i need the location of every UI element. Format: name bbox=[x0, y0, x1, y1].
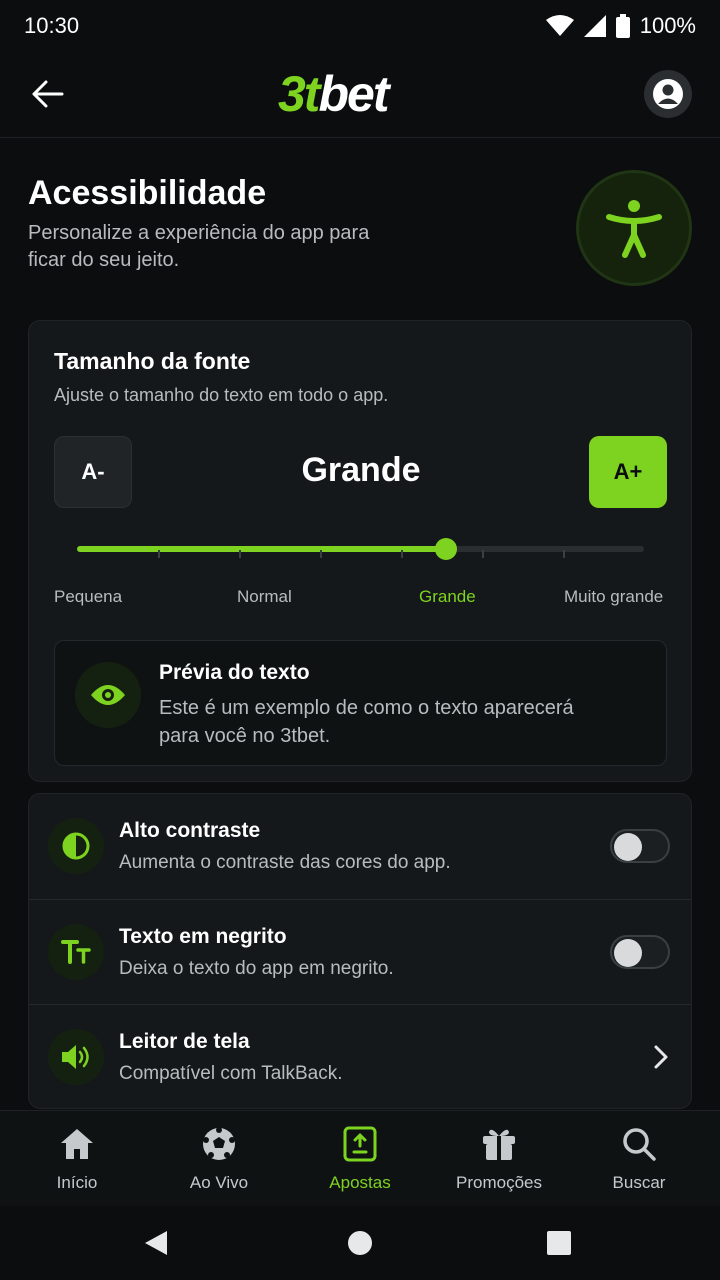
signal-icon bbox=[583, 15, 606, 37]
back-button[interactable] bbox=[26, 72, 70, 116]
nav-label: Promoções bbox=[456, 1173, 542, 1192]
triangle-back-icon bbox=[145, 1231, 167, 1255]
wifi-icon bbox=[545, 15, 574, 36]
slider-tick bbox=[482, 550, 484, 558]
bet-slip-icon bbox=[343, 1126, 377, 1162]
bottom-nav: Início Ao Vivo Apostas Promoções Buscar bbox=[0, 1110, 720, 1206]
text-size-icon bbox=[61, 940, 91, 964]
nav-label: Ao Vivo bbox=[189, 1173, 249, 1192]
accessibility-options: Alto contraste Aumenta o contraste das c… bbox=[28, 793, 692, 1109]
status-icons: 100% bbox=[545, 13, 696, 39]
level-label-large[interactable]: Grande bbox=[419, 587, 476, 607]
eye-icon bbox=[91, 685, 125, 705]
level-label-normal[interactable]: Normal bbox=[237, 587, 292, 607]
slider-tick bbox=[320, 550, 322, 558]
app-logo: 3tbet bbox=[278, 66, 389, 122]
font-size-slider[interactable] bbox=[77, 538, 644, 560]
gift-icon bbox=[483, 1129, 515, 1160]
page-header: Acessibilidade Personalize a experiência… bbox=[28, 172, 428, 274]
toggle-knob bbox=[614, 833, 642, 861]
preview-body: Este é um exemplo de como o texto aparec… bbox=[159, 697, 574, 747]
nav-item-promotions[interactable]: Promoções bbox=[429, 1111, 569, 1207]
font-size-title: Tamanho da fonte bbox=[54, 348, 251, 374]
app-bar: 3tbet bbox=[0, 52, 720, 138]
system-recents-button[interactable] bbox=[542, 1226, 576, 1260]
square-recents-icon bbox=[547, 1231, 571, 1255]
option-icon-badge bbox=[48, 1029, 104, 1085]
level-label-small[interactable]: Pequena bbox=[54, 587, 122, 607]
option-icon-badge bbox=[48, 924, 104, 980]
nav-item-search[interactable]: Buscar bbox=[569, 1111, 709, 1207]
system-back-button[interactable] bbox=[139, 1226, 173, 1260]
accessibility-icon bbox=[606, 200, 662, 258]
circle-home-icon bbox=[348, 1231, 372, 1255]
slider-thumb[interactable] bbox=[435, 538, 457, 560]
preview-icon-badge bbox=[75, 662, 141, 728]
page-title: Acessibilidade bbox=[28, 174, 267, 212]
bold-text-toggle[interactable] bbox=[610, 935, 670, 969]
option-title: Texto em negrito bbox=[119, 925, 287, 948]
slider-tick bbox=[563, 550, 565, 558]
level-label-extra-large[interactable]: Muito grande bbox=[564, 587, 663, 607]
option-screen-reader[interactable]: Leitor de tela Compatível com TalkBack. bbox=[29, 1004, 691, 1108]
arrow-left-icon bbox=[32, 80, 64, 108]
nav-label: Apostas bbox=[329, 1173, 391, 1192]
font-size-card: Tamanho da fonte Ajuste o tamanho do tex… bbox=[28, 320, 692, 782]
battery-percent: 100% bbox=[639, 13, 696, 38]
speaker-icon bbox=[62, 1045, 89, 1069]
nav-label: Buscar bbox=[612, 1173, 666, 1192]
text-preview: Prévia do texto Este é um exemplo de com… bbox=[54, 640, 667, 766]
slider-fill bbox=[77, 546, 446, 552]
profile-button[interactable] bbox=[644, 70, 692, 118]
option-subtitle: Aumenta o contraste das cores do app. bbox=[119, 852, 451, 873]
nav-item-live[interactable]: Ao Vivo bbox=[149, 1111, 289, 1207]
option-bold-text[interactable]: Texto em negrito Deixa o texto do app em… bbox=[29, 899, 691, 1004]
option-title: Leitor de tela bbox=[119, 1030, 250, 1053]
option-title: Alto contraste bbox=[119, 819, 261, 842]
option-icon-badge bbox=[48, 818, 104, 874]
increase-font-button[interactable]: A+ bbox=[589, 436, 667, 508]
option-high-contrast[interactable]: Alto contraste Aumenta o contraste das c… bbox=[29, 794, 691, 899]
nav-label: Início bbox=[56, 1173, 98, 1192]
nav-item-bets[interactable]: Apostas bbox=[290, 1111, 430, 1207]
logo-part-green: 3t bbox=[278, 66, 320, 122]
home-icon bbox=[61, 1129, 93, 1159]
search-icon bbox=[623, 1128, 656, 1161]
font-size-value: Grande bbox=[301, 451, 421, 489]
contrast-icon bbox=[62, 832, 90, 860]
logo-part-white: bet bbox=[318, 66, 389, 122]
chevron-right-icon[interactable] bbox=[651, 1043, 671, 1071]
battery-icon bbox=[615, 14, 630, 38]
decrease-font-button[interactable]: A- bbox=[54, 436, 132, 508]
status-time: 10:30 bbox=[24, 13, 80, 38]
slider-tick bbox=[239, 550, 241, 558]
high-contrast-toggle[interactable] bbox=[610, 829, 670, 863]
toggle-knob bbox=[614, 939, 642, 967]
font-size-subtitle: Ajuste o tamanho do texto em todo o app. bbox=[54, 385, 389, 405]
accessibility-badge bbox=[576, 170, 692, 286]
preview-title: Prévia do texto bbox=[159, 661, 310, 684]
slider-tick bbox=[158, 550, 160, 558]
soccer-ball-icon bbox=[203, 1127, 235, 1160]
system-home-button[interactable] bbox=[343, 1226, 377, 1260]
slider-tick bbox=[401, 550, 403, 558]
page-subtitle: Personalize a experiência do app para fi… bbox=[28, 222, 370, 271]
user-icon bbox=[653, 79, 683, 109]
status-bar: 10:30 100% bbox=[0, 0, 720, 52]
option-subtitle: Deixa o texto do app em negrito. bbox=[119, 958, 394, 979]
nav-item-home[interactable]: Início bbox=[7, 1111, 147, 1207]
option-subtitle: Compatível com TalkBack. bbox=[119, 1063, 343, 1084]
system-nav-bar bbox=[0, 1206, 720, 1280]
